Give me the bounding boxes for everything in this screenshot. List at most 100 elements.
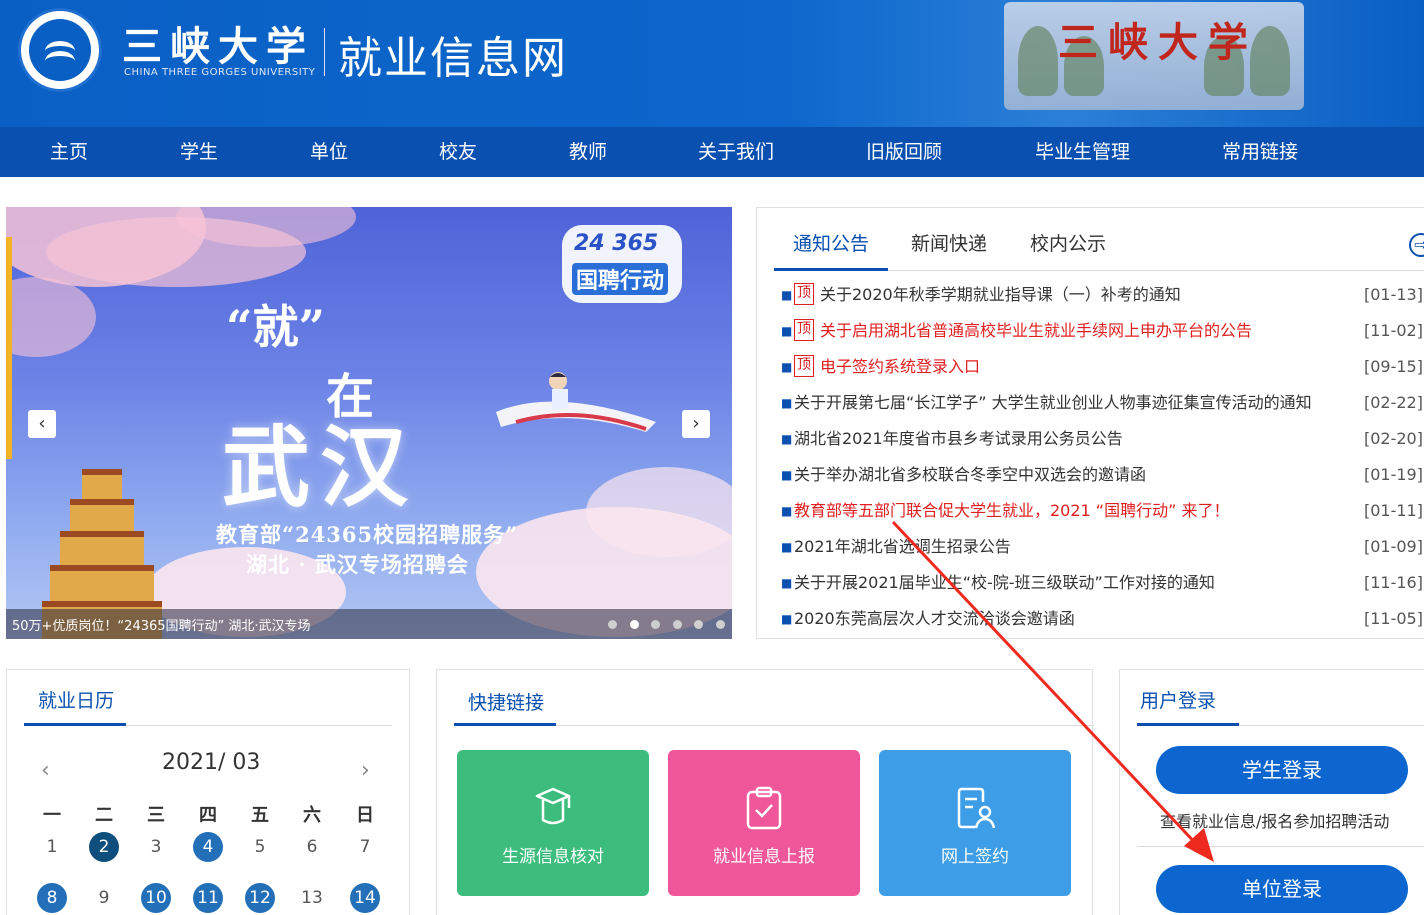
- news-title[interactable]: 关于2020年秋季学期就业指导课（一）补考的通知: [820, 277, 1181, 313]
- contract-user-icon: [957, 787, 995, 829]
- site-title: 就业信息网: [338, 33, 568, 84]
- nav-legacy[interactable]: 旧版回顾: [866, 127, 942, 177]
- news-title[interactable]: 教育部等五部门联合促大学生就业，2021 “国聘行动” 来了！: [794, 493, 1229, 529]
- news-title[interactable]: 关于开展第七届“长江学子” 大学生就业创业人物事迹征集宣传活动的通知: [794, 385, 1312, 421]
- calendar-day[interactable]: 9: [89, 883, 119, 913]
- calendar-day[interactable]: 11: [193, 883, 223, 913]
- nav-alumni[interactable]: 校友: [439, 127, 477, 177]
- news-title[interactable]: 电子签约系统登录入口: [820, 349, 980, 385]
- news-item[interactable]: ■ 关于举办湖北省多校联合冬季空中双选会的邀请函 [01-19]: [779, 457, 1424, 493]
- calendar-next-month-button[interactable]: ›: [361, 758, 370, 783]
- badge-text: 国聘行动: [572, 263, 669, 295]
- bullet-icon: ■: [781, 432, 793, 446]
- bullet-icon: ■: [781, 360, 793, 374]
- banner-next-button[interactable]: ›: [682, 410, 710, 438]
- news-item[interactable]: ■ 2020东莞高层次人才交流洽谈会邀请函 [11-05]: [779, 601, 1424, 637]
- news-item[interactable]: ■ 关于开展第七届“长江学子” 大学生就业创业人物事迹征集宣传活动的通知 [02-2…: [779, 385, 1424, 421]
- banner-prev-button[interactable]: ‹: [28, 410, 56, 438]
- news-title[interactable]: 2020东莞高层次人才交流洽谈会邀请函: [794, 601, 1075, 637]
- banner-carousel[interactable]: “就” 在 武汉 教育部“24365校园招聘服务” 湖北 · 武汉专场招聘会 2…: [6, 207, 732, 639]
- header-divider: [324, 28, 325, 76]
- news-date: [01-09]: [1364, 537, 1423, 556]
- banner-dot[interactable]: [716, 620, 725, 629]
- tab-notices[interactable]: 通知公告: [793, 229, 869, 256]
- news-item[interactable]: ■ 关于开展2021届毕业生“校-院-班三级联动”工作对接的通知 [11-16]: [779, 565, 1424, 601]
- calendar-weekday: 一: [43, 805, 61, 826]
- tab-news[interactable]: 新闻快递: [911, 229, 987, 256]
- banner-dot[interactable]: [651, 620, 660, 629]
- bullet-icon: ■: [781, 468, 793, 482]
- login-header: 用户登录: [1137, 670, 1424, 726]
- calendar-day[interactable]: 5: [245, 832, 275, 862]
- banner-dot[interactable]: [608, 620, 617, 629]
- news-item[interactable]: ■ 顶电子签约系统登录入口 [09-15]: [779, 349, 1424, 385]
- login-title-underline: [1137, 723, 1239, 726]
- nav-students[interactable]: 学生: [180, 127, 218, 177]
- news-item[interactable]: ■ 顶关于启用湖北省普通高校毕业生就业手续网上申办平台的公告 [11-02]: [779, 313, 1424, 349]
- badge-number: 24 365: [574, 231, 659, 256]
- news-item[interactable]: ■ 2021年湖北省选调生招录公告 [01-09]: [779, 529, 1424, 565]
- nav-links[interactable]: 常用链接: [1222, 127, 1298, 177]
- student-login-button[interactable]: 学生登录: [1156, 746, 1408, 794]
- nav-about[interactable]: 关于我们: [698, 127, 774, 177]
- pinned-badge: 顶: [794, 319, 814, 341]
- calendar-weekday: 日: [356, 805, 374, 826]
- quick-link-employment-report[interactable]: 就业信息上报: [668, 750, 860, 896]
- news-item[interactable]: ■ 教育部等五部门联合促大学生就业，2021 “国聘行动” 来了！ [01-11]: [779, 493, 1424, 529]
- tab-campus-public[interactable]: 校内公示: [1030, 229, 1106, 256]
- company-login-button[interactable]: 单位登录: [1156, 865, 1408, 913]
- calendar-day[interactable]: 3: [141, 832, 171, 862]
- calendar-prev-month-button[interactable]: ‹: [41, 758, 50, 783]
- school-name: 三峡大学: [122, 23, 314, 70]
- news-date: [01-11]: [1364, 501, 1423, 520]
- site-header: 三峡大学 CHINA THREE GORGES UNIVERSITY 就业信息网…: [0, 0, 1424, 127]
- nav-graduate-management[interactable]: 毕业生管理: [1035, 127, 1130, 177]
- news-title[interactable]: 关于开展2021届毕业生“校-院-班三级联动”工作对接的通知: [794, 565, 1215, 601]
- calendar-day[interactable]: 6: [297, 832, 327, 862]
- calendar-day[interactable]: 10: [141, 883, 171, 913]
- login-divider: [1137, 846, 1424, 847]
- quick-link-label: 就业信息上报: [713, 847, 815, 867]
- calendar-day[interactable]: 2: [89, 832, 119, 862]
- news-title[interactable]: 湖北省2021年度省市县乡考试录用公务员公告: [794, 421, 1123, 457]
- university-logo[interactable]: [18, 8, 102, 92]
- flying-graduate-illustration: [496, 372, 656, 432]
- news-title[interactable]: 关于启用湖北省普通高校毕业生就业手续网上申办平台的公告: [820, 313, 1252, 349]
- nav-employers[interactable]: 单位: [310, 127, 348, 177]
- calendar-weekday: 四: [199, 805, 217, 826]
- quick-links-title: 快捷链接: [468, 692, 545, 714]
- employment-calendar: 就业日历 ‹ 2021/ 03 › 一二三四五六日 1 2 3 4 5 6 7 8 9 10 11 12…: [6, 669, 410, 915]
- banner-dot-active[interactable]: [630, 620, 639, 629]
- calendar-day[interactable]: 1: [37, 832, 67, 862]
- quick-links-title-underline: [454, 723, 556, 726]
- calendar-day[interactable]: 13: [297, 883, 327, 913]
- banner-dot[interactable]: [673, 620, 682, 629]
- student-login-description: 查看就业信息/报名参加招聘活动: [1160, 812, 1390, 831]
- calendar-day[interactable]: 7: [350, 832, 380, 862]
- nav-teachers[interactable]: 教师: [569, 127, 607, 177]
- banner-caption-bar: 50万+优质岗位！“24365国聘行动” 湖北·武汉专场: [6, 609, 732, 639]
- banner-dot[interactable]: [694, 620, 703, 629]
- news-title[interactable]: 关于举办湖北省多校联合冬季空中双选会的邀请函: [794, 457, 1146, 493]
- calendar-day[interactable]: 8: [37, 883, 67, 913]
- more-arrow-icon[interactable]: ⇨: [1409, 233, 1424, 257]
- news-item[interactable]: ■ 湖北省2021年度省市县乡考试录用公务员公告 [02-20]: [779, 421, 1424, 457]
- pinned-badge: 顶: [794, 283, 814, 305]
- quick-link-source-verify[interactable]: 生源信息核对: [457, 750, 649, 896]
- calendar-day[interactable]: 4: [193, 832, 223, 862]
- nav-home[interactable]: 主页: [50, 127, 88, 177]
- calendar-day[interactable]: 12: [245, 883, 275, 913]
- clipboard-check-icon: [746, 786, 782, 830]
- calendar-day[interactable]: 14: [350, 883, 380, 913]
- news-date: [01-13]: [1364, 285, 1423, 304]
- bullet-icon: ■: [781, 540, 793, 554]
- guopin-badge: 24 365 国聘行动: [562, 225, 682, 303]
- news-title[interactable]: 2021年湖北省选调生招录公告: [794, 529, 1011, 565]
- banner-caption: 50万+优质岗位！“24365国聘行动” 湖北·武汉专场: [12, 619, 311, 634]
- quick-link-online-contract[interactable]: 网上签约: [879, 750, 1071, 896]
- news-item[interactable]: ■ 顶关于2020年秋季学期就业指导课（一）补考的通知 [01-13]: [779, 277, 1424, 313]
- calendar-title: 就业日历: [38, 690, 115, 712]
- bullet-icon: ■: [781, 612, 793, 626]
- pinned-badge: 顶: [794, 355, 814, 377]
- quick-links-header: 快捷链接: [454, 670, 1094, 726]
